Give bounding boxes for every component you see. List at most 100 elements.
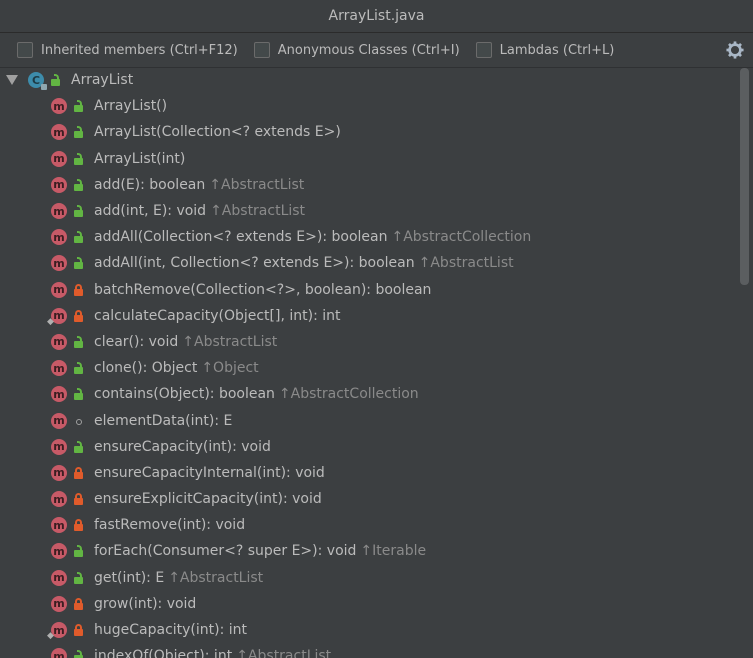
tree-method-row[interactable]: m get(int): E ↑AbstractList	[0, 565, 738, 591]
tree-method-row[interactable]: m forEach(Consumer<? super E>): void ↑Iter…	[0, 538, 738, 564]
tree-method-row[interactable]: m add(int, E): void ↑AbstractList	[0, 198, 738, 224]
inherited-from-label: ↑Object	[201, 360, 259, 377]
method-signature: ArrayList(Collection<? extends E>)	[94, 124, 341, 141]
tree-method-row[interactable]: m addAll(Collection<? extends E>): boolea…	[0, 224, 738, 250]
window-title-bar: ArrayList.java	[0, 0, 753, 33]
method-signature: forEach(Consumer<? super E>): void	[94, 543, 357, 560]
window-title: ArrayList.java	[328, 8, 425, 24]
method-icon: m	[51, 569, 67, 586]
tree-method-row[interactable]: m fastRemove(int): void	[0, 512, 738, 538]
method-icon: m	[51, 517, 67, 534]
method-signature: fastRemove(int): void	[94, 517, 246, 534]
checkbox-box[interactable]	[17, 42, 33, 58]
method-icon: m	[51, 491, 67, 508]
tree-method-row[interactable]: m clone(): Object ↑Object	[0, 355, 738, 381]
inherited-members-label: Inherited members (Ctrl+F12)	[41, 42, 238, 58]
vertical-scrollbar[interactable]	[740, 68, 749, 285]
tree-method-row[interactable]: m batchRemove(Collection<?>, boolean): bo…	[0, 277, 738, 303]
method-signature: ArrayList(int)	[94, 150, 186, 167]
tree-method-row[interactable]: m ◆ calculateCapacity(Object[], int): int	[0, 303, 738, 329]
tree-method-row[interactable]: m contains(Object): boolean ↑AbstractColle…	[0, 381, 738, 407]
tree-method-row[interactable]: m addAll(int, Collection<? extends E>): b…	[0, 250, 738, 276]
method-signature: addAll(Collection<? extends E>): boolean	[94, 229, 388, 246]
inherited-from-label: ↑AbstractCollection	[391, 229, 532, 246]
static-overlay-icon: ◆	[47, 316, 54, 327]
tree-method-row[interactable]: m ensureExplicitCapacity(int): void	[0, 486, 738, 512]
method-signature: clone(): Object	[94, 360, 198, 377]
method-signature: add(int, E): void	[94, 203, 207, 220]
tree-method-row[interactable]: m elementData(int): E	[0, 407, 738, 433]
tree-method-row[interactable]: m ArrayList(Collection<? extends E>)	[0, 119, 738, 145]
tree-method-row[interactable]: m ensureCapacityInternal(int): void	[0, 460, 738, 486]
filter-toolbar: Inherited members (Ctrl+F12) Anonymous C…	[0, 33, 753, 68]
method-signature: addAll(int, Collection<? extends E>): bo…	[94, 255, 415, 272]
structure-tree[interactable]: C ArrayList m ArrayList() m ArrayList(Colle…	[0, 67, 738, 658]
class-icon: C	[28, 72, 47, 91]
private-lock-icon	[73, 283, 85, 296]
method-signature: grow(int): void	[94, 595, 197, 612]
method-list: m ArrayList() m ArrayList(Collection<? exte…	[0, 93, 738, 658]
anonymous-classes-label: Anonymous Classes (Ctrl+I)	[277, 42, 460, 58]
public-lock-icon	[73, 362, 85, 375]
method-icon: m	[51, 255, 67, 272]
private-lock-icon	[73, 519, 85, 532]
private-lock-icon	[73, 493, 85, 506]
method-icon: m	[51, 595, 67, 612]
tree-method-row[interactable]: m ArrayList(int)	[0, 146, 738, 172]
lambdas-checkbox[interactable]: Lambdas (Ctrl+L)	[475, 42, 614, 58]
public-lock-icon	[73, 231, 85, 244]
method-signature: ensureCapacityInternal(int): void	[94, 464, 325, 481]
inherited-from-label: ↑AbstractList	[209, 176, 305, 193]
private-lock-icon	[73, 597, 85, 610]
tree-root-arraylist[interactable]: C ArrayList	[0, 67, 738, 93]
static-overlay-icon: ◆	[47, 631, 54, 642]
method-icon: m	[51, 386, 67, 403]
method-signature: ensureCapacity(int): void	[94, 438, 271, 455]
inherited-from-label: ↑AbstractList	[182, 333, 278, 350]
public-lock-icon	[50, 74, 62, 87]
method-icon: m	[51, 281, 67, 298]
method-icon: m	[51, 124, 67, 141]
method-signature: hugeCapacity(int): int	[94, 622, 248, 639]
private-lock-icon	[73, 309, 85, 322]
tree-method-row[interactable]: m grow(int): void	[0, 591, 738, 617]
method-icon: m	[51, 203, 67, 220]
tree-method-row[interactable]: m clear(): void ↑AbstractList	[0, 329, 738, 355]
method-signature: indexOf(Object): int	[94, 648, 233, 658]
anonymous-classes-checkbox[interactable]: Anonymous Classes (Ctrl+I)	[253, 42, 460, 58]
gear-icon[interactable]	[726, 41, 744, 59]
method-signature: ensureExplicitCapacity(int): void	[94, 491, 322, 508]
checkbox-box[interactable]	[475, 42, 492, 58]
inherited-from-label: ↑AbstractList	[168, 569, 264, 586]
private-lock-icon	[73, 466, 85, 479]
method-signature: ArrayList()	[94, 98, 168, 115]
public-lock-icon	[73, 440, 85, 453]
expand-arrow-icon[interactable]	[6, 75, 18, 86]
inherited-members-checkbox[interactable]: Inherited members (Ctrl+F12)	[17, 42, 238, 58]
inherited-from-label: ↑AbstractCollection	[278, 386, 419, 403]
inherited-from-label: ↑AbstractList	[418, 255, 514, 272]
tree-method-row[interactable]: m indexOf(Object): int ↑AbstractList	[0, 643, 738, 658]
method-icon: m	[51, 464, 67, 481]
inherited-from-label: ↑AbstractList	[236, 648, 332, 658]
public-lock-icon	[73, 650, 85, 658]
method-icon: m	[51, 438, 67, 455]
public-lock-icon	[73, 126, 85, 139]
method-signature: get(int): E	[94, 569, 165, 586]
method-signature: batchRemove(Collection<?>, boolean): boo…	[94, 281, 432, 298]
method-icon: m	[51, 333, 67, 350]
public-lock-icon	[73, 257, 85, 270]
root-class-label: ArrayList	[71, 72, 134, 89]
tree-method-row[interactable]: m ArrayList()	[0, 93, 738, 119]
method-icon: m ◆	[47, 307, 67, 327]
method-icon: m	[51, 176, 67, 193]
public-lock-icon	[73, 545, 85, 558]
tree-method-row[interactable]: m ◆ hugeCapacity(int): int	[0, 617, 738, 643]
inherited-from-label: ↑AbstractList	[210, 203, 306, 220]
method-signature: add(E): boolean	[94, 176, 206, 193]
public-lock-icon	[73, 178, 85, 191]
tree-method-row[interactable]: m add(E): boolean ↑AbstractList	[0, 172, 738, 198]
tree-method-row[interactable]: m ensureCapacity(int): void	[0, 434, 738, 460]
checkbox-box[interactable]	[253, 42, 270, 58]
method-signature: contains(Object): boolean	[94, 386, 275, 403]
